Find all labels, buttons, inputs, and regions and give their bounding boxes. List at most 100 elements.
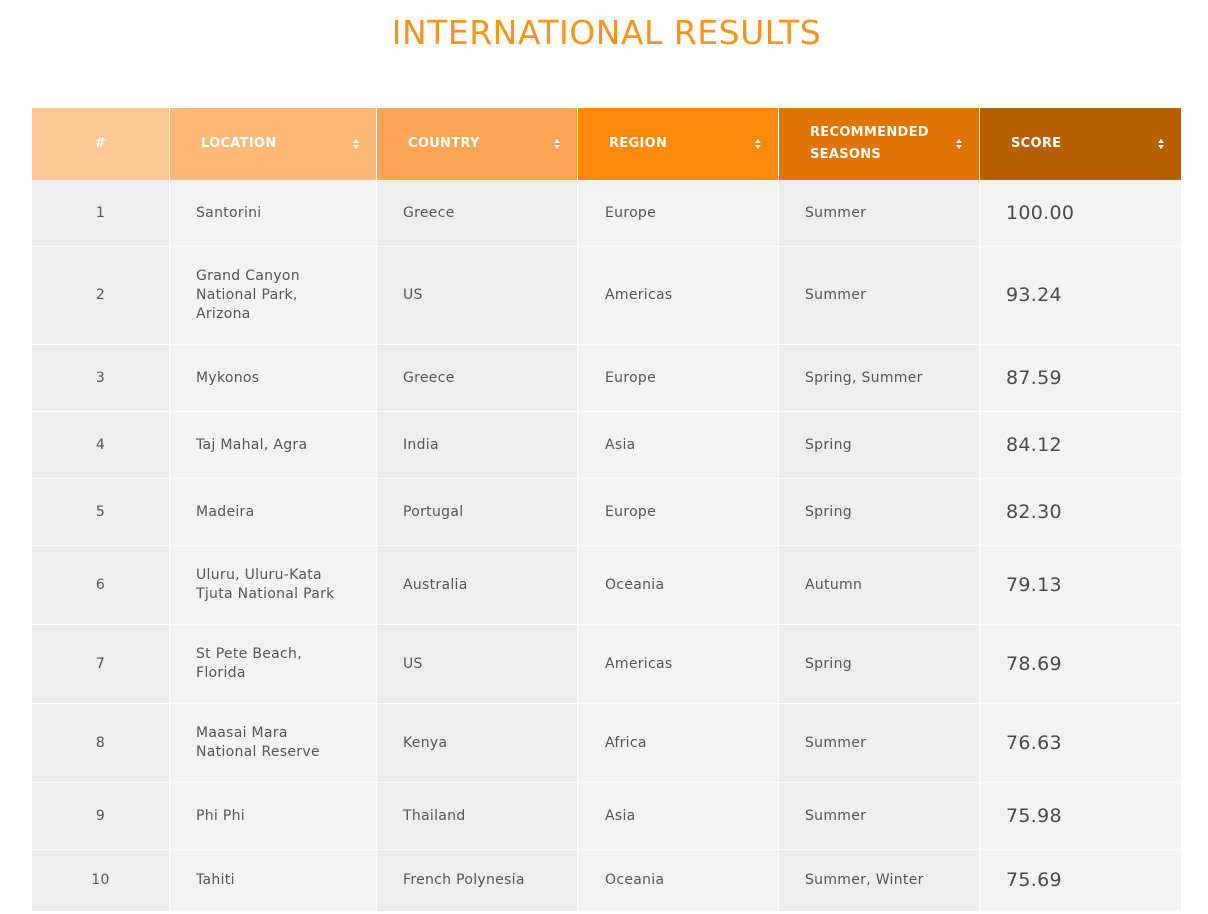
column-header-region-label: REGION [609, 136, 668, 151]
table-row: 10 Tahiti French Polynesia Oceania Summer, W… [32, 850, 1181, 912]
table-row: 9 Phi Phi Thailand Asia Summer 75.98 [32, 783, 1181, 850]
score-value: 76.63 [1006, 731, 1062, 754]
region-value: Asia [605, 436, 636, 453]
location-line: Tjuta National Park [196, 586, 335, 602]
location-line: Mykonos [196, 369, 260, 386]
location-line: Florida [196, 665, 246, 681]
cell-score: 93.24 [980, 247, 1181, 345]
cell-season: Summer, Winter [779, 850, 980, 912]
rank-value: 9 [95, 807, 106, 824]
cell-season: Spring [779, 479, 980, 546]
table-row: 4 Taj Mahal, Agra India Asia Spring 84.12 [32, 412, 1181, 479]
sort-arrows-icon[interactable] [755, 139, 761, 149]
season-value: Spring [805, 503, 852, 520]
cell-country: French Polynesia [377, 850, 578, 912]
score-value: 100.00 [1006, 201, 1075, 224]
region-value: Africa [605, 734, 647, 751]
cell-region: Americas [578, 625, 779, 704]
table-row: 2 Grand Canyon National Park, Arizona US Amer… [32, 247, 1181, 345]
region-value: Oceania [605, 872, 665, 888]
region-value: Americas [605, 655, 673, 672]
rank-value: 1 [95, 204, 106, 221]
column-header-score-label: SCORE [1011, 136, 1062, 151]
column-header-score[interactable]: SCORE [980, 108, 1181, 180]
sort-arrows-icon[interactable] [353, 139, 359, 149]
season-value: Summer [805, 204, 867, 221]
location-line: National Reserve [196, 744, 320, 760]
cell-rank: 10 [32, 850, 170, 912]
rank-value: 6 [95, 576, 106, 593]
cell-season: Spring [779, 412, 980, 479]
cell-location: Maasai Mara National Reserve [170, 704, 377, 783]
table-row: 7 St Pete Beach, Florida US Americas Spring 78… [32, 625, 1181, 704]
cell-region: Asia [578, 412, 779, 479]
cell-region: Africa [578, 704, 779, 783]
cell-rank: 1 [32, 180, 170, 247]
cell-country: India [377, 412, 578, 479]
rank-value: 5 [95, 503, 106, 520]
cell-rank: 3 [32, 345, 170, 412]
cell-country: Portugal [377, 479, 578, 546]
score-value: 93.24 [1006, 284, 1062, 306]
cell-location: St Pete Beach, Florida [170, 625, 377, 704]
cell-region: Europe [578, 345, 779, 412]
column-header-rank: # [32, 108, 170, 180]
table-row: 1 Santorini Greece Europe Summer 100.00 [32, 180, 1181, 247]
cell-season: Summer [779, 180, 980, 247]
score-value: 75.69 [1006, 869, 1062, 891]
score-value: 78.69 [1006, 652, 1062, 675]
cell-region: Americas [578, 247, 779, 345]
season-value: Summer, Winter [805, 872, 924, 888]
cell-country: US [377, 247, 578, 345]
column-header-seasons-label: RECOMMENDED SEASONS [810, 125, 929, 162]
season-value: Summer [805, 287, 867, 303]
country-value: Greece [403, 369, 455, 386]
sort-arrows-icon[interactable] [554, 139, 560, 149]
rank-value: 8 [95, 734, 106, 751]
region-value: Europe [605, 503, 657, 520]
cell-score: 78.69 [980, 625, 1181, 704]
cell-score: 100.00 [980, 180, 1181, 247]
sort-arrows-icon[interactable] [956, 139, 962, 149]
cell-location: Taj Mahal, Agra [170, 412, 377, 479]
location-line: National Park, [196, 287, 298, 303]
cell-country: Thailand [377, 783, 578, 850]
cell-score: 82.30 [980, 479, 1181, 546]
country-value: French Polynesia [403, 872, 525, 888]
column-header-country[interactable]: COUNTRY [377, 108, 578, 180]
cell-location: Phi Phi [170, 783, 377, 850]
cell-country: Greece [377, 180, 578, 247]
season-value: Summer [805, 734, 867, 751]
location-line: Grand Canyon [196, 268, 300, 284]
location-line: Maasai Mara [196, 725, 288, 741]
rank-value: 3 [95, 369, 106, 386]
cell-rank: 7 [32, 625, 170, 704]
column-header-region[interactable]: REGION [578, 108, 779, 180]
cell-region: Europe [578, 479, 779, 546]
column-header-seasons[interactable]: RECOMMENDED SEASONS [779, 108, 980, 180]
score-value: 75.98 [1006, 804, 1062, 827]
country-value: Portugal [403, 503, 464, 520]
score-value: 84.12 [1006, 433, 1062, 456]
location-line: Uluru, Uluru-Kata [196, 567, 322, 583]
cell-season: Summer [779, 247, 980, 345]
location-line: Phi Phi [196, 807, 245, 824]
table-row: 5 Madeira Portugal Europe Spring 82.30 [32, 479, 1181, 546]
table-header: # LOCATION COUNTRY REGION RECOMMENDED SE… [32, 108, 1181, 180]
location-line: St Pete Beach, [196, 646, 302, 662]
location-line: Santorini [196, 204, 262, 221]
cell-rank: 2 [32, 247, 170, 345]
cell-season: Spring [779, 625, 980, 704]
location-line: Arizona [196, 306, 251, 322]
cell-score: 76.63 [980, 704, 1181, 783]
column-header-country-label: COUNTRY [408, 136, 480, 151]
cell-season: Spring, Summer [779, 345, 980, 412]
sort-arrows-icon[interactable] [1158, 139, 1164, 149]
cell-rank: 6 [32, 546, 170, 625]
country-value: US [403, 655, 423, 672]
cell-rank: 4 [32, 412, 170, 479]
column-header-location[interactable]: LOCATION [170, 108, 377, 180]
region-value: Europe [605, 369, 657, 386]
season-value: Spring, Summer [805, 369, 923, 386]
rank-value: 2 [95, 287, 106, 303]
